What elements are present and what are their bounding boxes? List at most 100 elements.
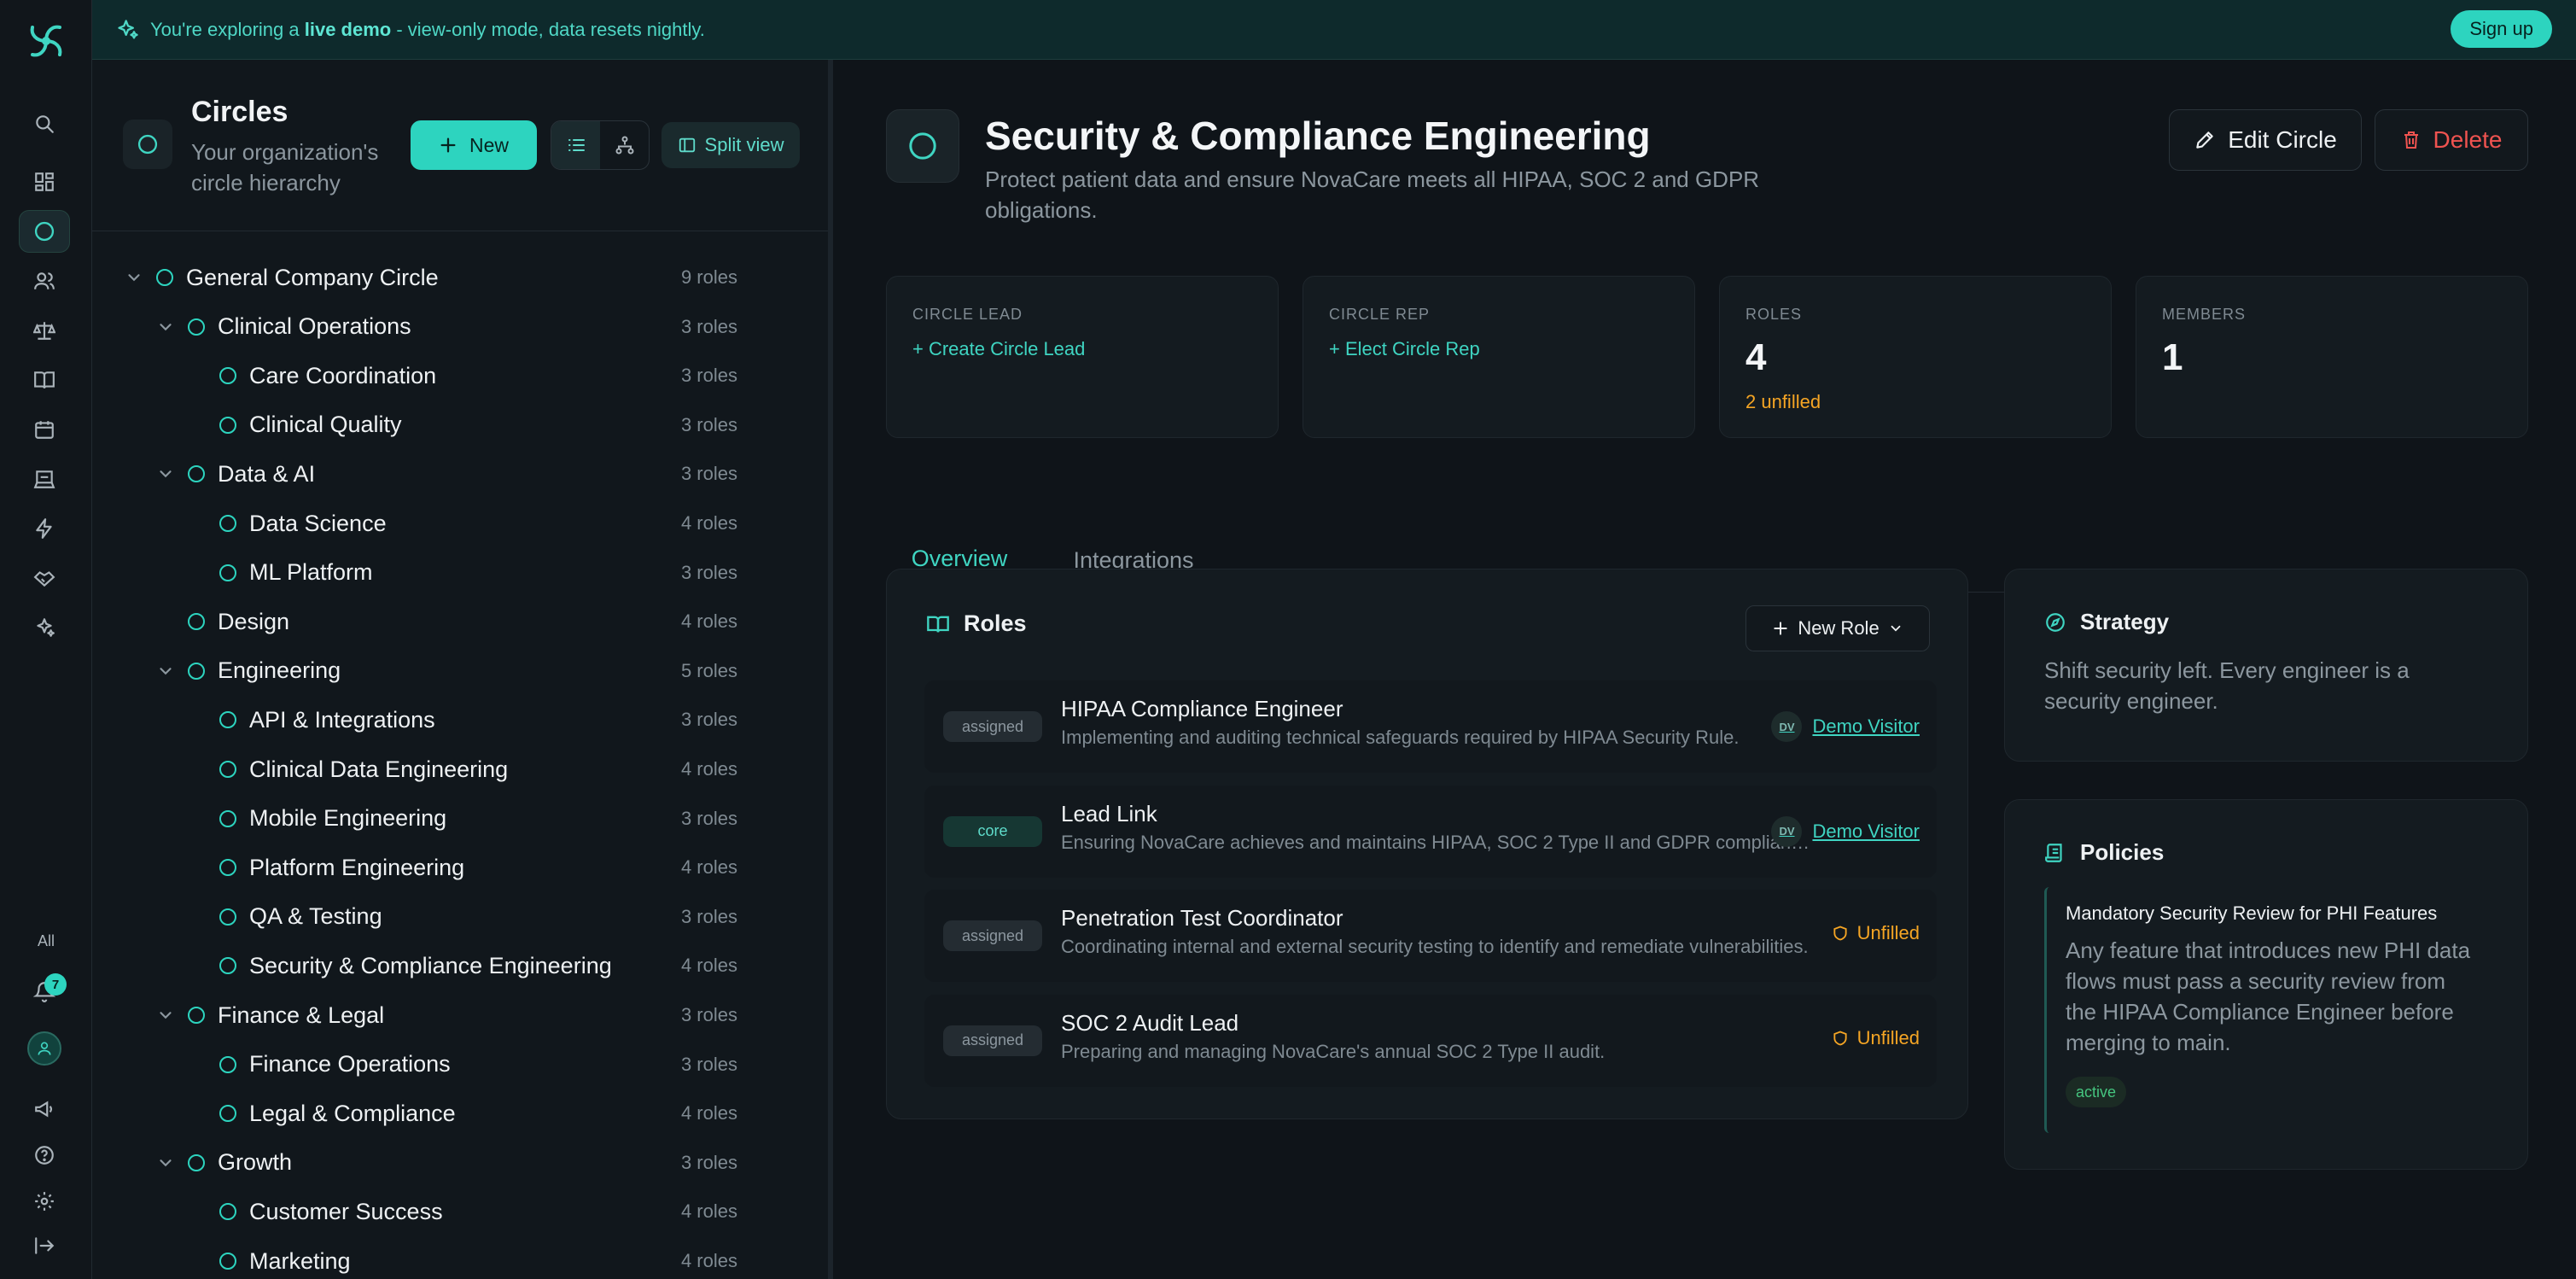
- chevron-down-icon[interactable]: [156, 318, 175, 336]
- new-circle-button[interactable]: New: [411, 120, 537, 170]
- role-name: Lead Link: [1061, 800, 1157, 826]
- lightning-icon[interactable]: [19, 507, 70, 550]
- role-row[interactable]: assigned Penetration Test Coordinator Coor…: [924, 890, 1937, 983]
- plus-icon: [440, 137, 456, 153]
- roles-card: Roles New Role assigned HIPAA Compliance …: [886, 569, 1968, 1119]
- book-icon[interactable]: [19, 359, 70, 401]
- all-filter-label[interactable]: All: [0, 932, 92, 950]
- create-circle-lead-link[interactable]: + Create Circle Lead: [912, 338, 1085, 360]
- tree-item[interactable]: Growth 3 roles: [92, 1138, 828, 1188]
- people-icon[interactable]: [19, 260, 70, 302]
- list-view-icon[interactable]: [551, 121, 600, 169]
- tree-item[interactable]: Engineering 5 roles: [92, 646, 828, 696]
- governance-scale-icon[interactable]: [19, 309, 70, 352]
- circle-dot-icon: [188, 613, 205, 631]
- elect-circle-rep-link[interactable]: + Elect Circle Rep: [1329, 338, 1480, 360]
- circle-title: Security & Compliance Engineering: [985, 114, 1651, 158]
- handshake-icon[interactable]: [19, 557, 70, 599]
- tree-item-role-count: 4 roles: [680, 856, 737, 879]
- tree-item[interactable]: Customer Success 4 roles: [92, 1187, 828, 1236]
- edit-circle-button[interactable]: Edit Circle: [2169, 109, 2362, 171]
- shield-icon: [1833, 1031, 1847, 1046]
- banner-text: You're exploring a live demo - view-only…: [150, 18, 705, 40]
- role-name: Penetration Test Coordinator: [1061, 905, 1343, 932]
- circle-icon: [123, 120, 172, 169]
- circle-dot-icon: [219, 809, 236, 827]
- tree-item-role-count: 4 roles: [680, 758, 737, 780]
- trash-icon: [2404, 131, 2418, 149]
- tree-item-name: Platform Engineering: [249, 854, 465, 880]
- tree-item[interactable]: Mobile Engineering 3 roles: [92, 794, 828, 844]
- chevron-down-icon[interactable]: [156, 1006, 175, 1025]
- tree-item[interactable]: Platform Engineering 4 roles: [92, 843, 828, 892]
- tree-item[interactable]: Clinical Quality 3 roles: [92, 400, 828, 450]
- tree-item[interactable]: Finance & Legal 3 roles: [92, 990, 828, 1040]
- delete-circle-button[interactable]: Delete: [2375, 109, 2528, 171]
- role-type-badge: core: [943, 815, 1042, 847]
- tree-item-role-count: 3 roles: [680, 365, 737, 387]
- role-row[interactable]: assigned SOC 2 Audit Lead Preparing and ma…: [924, 994, 1937, 1087]
- circle-icon: [886, 109, 959, 183]
- megaphone-icon[interactable]: [19, 1088, 70, 1130]
- split-view-button[interactable]: Split view: [661, 122, 800, 168]
- role-row[interactable]: assigned HIPAA Compliance Engineer Impleme…: [924, 680, 1937, 773]
- chevron-down-icon[interactable]: [125, 268, 143, 287]
- signup-button[interactable]: Sign up: [2451, 10, 2552, 48]
- user-avatar[interactable]: [27, 1031, 61, 1066]
- tree-item-role-count: 3 roles: [680, 1053, 737, 1075]
- tree-item[interactable]: Finance Operations 3 roles: [92, 1040, 828, 1089]
- panel-title: Circles: [191, 96, 288, 128]
- unfilled-count: 2 unfilled: [1746, 391, 1821, 412]
- logout-icon[interactable]: [19, 1224, 70, 1267]
- tree-item[interactable]: General Company Circle 9 roles: [92, 253, 828, 302]
- tree-item[interactable]: Clinical Operations 3 roles: [92, 302, 828, 352]
- sparkles-icon[interactable]: [19, 606, 70, 649]
- split-panel-icon: [679, 137, 695, 153]
- settings-gear-icon[interactable]: [19, 1180, 70, 1223]
- tree-item[interactable]: Security & Compliance Engineering 4 roles: [92, 941, 828, 990]
- tree-item[interactable]: Legal & Compliance 4 roles: [92, 1089, 828, 1138]
- role-row[interactable]: core Lead Link Ensuring NovaCare achieves …: [924, 785, 1937, 878]
- circle-dot-icon: [188, 318, 205, 336]
- tree-item[interactable]: API & Integrations 3 roles: [92, 695, 828, 745]
- roles-stat-card: ROLES 4 2 unfilled: [1719, 276, 2112, 438]
- roles-count: 4: [1746, 336, 1767, 378]
- new-role-button[interactable]: New Role: [1746, 605, 1930, 651]
- app-logo-icon[interactable]: [22, 17, 70, 65]
- assignee-avatar: DV: [1771, 711, 1803, 742]
- policy-item[interactable]: Mandatory Security Review for PHI Featur…: [2044, 887, 2491, 1133]
- tree-item[interactable]: Design 4 roles: [92, 597, 828, 646]
- role-assignee-link[interactable]: DV Demo Visitor: [1771, 815, 1920, 847]
- tree-item-name: Growth: [218, 1149, 293, 1176]
- policy-text: Any feature that introduces new PHI data…: [2066, 937, 2471, 1055]
- tree-item[interactable]: Care Coordination 3 roles: [92, 351, 828, 400]
- circle-dot-icon: [219, 1203, 236, 1221]
- org-chart-icon[interactable]: [600, 121, 649, 169]
- tree-item-name: Data & AI: [218, 460, 316, 487]
- shield-icon: [1833, 926, 1847, 941]
- tree-item-role-count: 4 roles: [680, 955, 737, 977]
- tree-item[interactable]: Data Science 4 roles: [92, 499, 828, 548]
- book-open-icon: [927, 616, 949, 633]
- role-assignee-link[interactable]: DV Demo Visitor: [1771, 711, 1920, 742]
- tree-item[interactable]: Data & AI 3 roles: [92, 449, 828, 499]
- chevron-down-icon[interactable]: [156, 464, 175, 483]
- circle-dot-icon: [219, 908, 236, 926]
- chevron-down-icon[interactable]: [156, 662, 175, 680]
- dashboard-icon[interactable]: [19, 161, 70, 203]
- circles-icon[interactable]: [19, 210, 70, 253]
- calendar-icon[interactable]: [19, 408, 70, 451]
- help-icon[interactable]: [19, 1134, 70, 1177]
- tree-item[interactable]: QA & Testing 3 roles: [92, 892, 828, 942]
- search-icon[interactable]: [19, 102, 70, 145]
- pencil-icon: [2196, 131, 2213, 149]
- tree-item[interactable]: Clinical Data Engineering 4 roles: [92, 745, 828, 794]
- tree-item-role-count: 3 roles: [680, 413, 737, 435]
- inbox-icon[interactable]: [19, 458, 70, 500]
- tree-item-name: Design: [218, 608, 290, 634]
- tree-item-role-count: 3 roles: [680, 709, 737, 731]
- chevron-down-icon[interactable]: [156, 1153, 175, 1172]
- circle-detail: Security & Compliance Engineering Protec…: [838, 60, 2576, 1279]
- tree-item[interactable]: Marketing 4 roles: [92, 1236, 828, 1279]
- tree-item[interactable]: ML Platform 3 roles: [92, 548, 828, 598]
